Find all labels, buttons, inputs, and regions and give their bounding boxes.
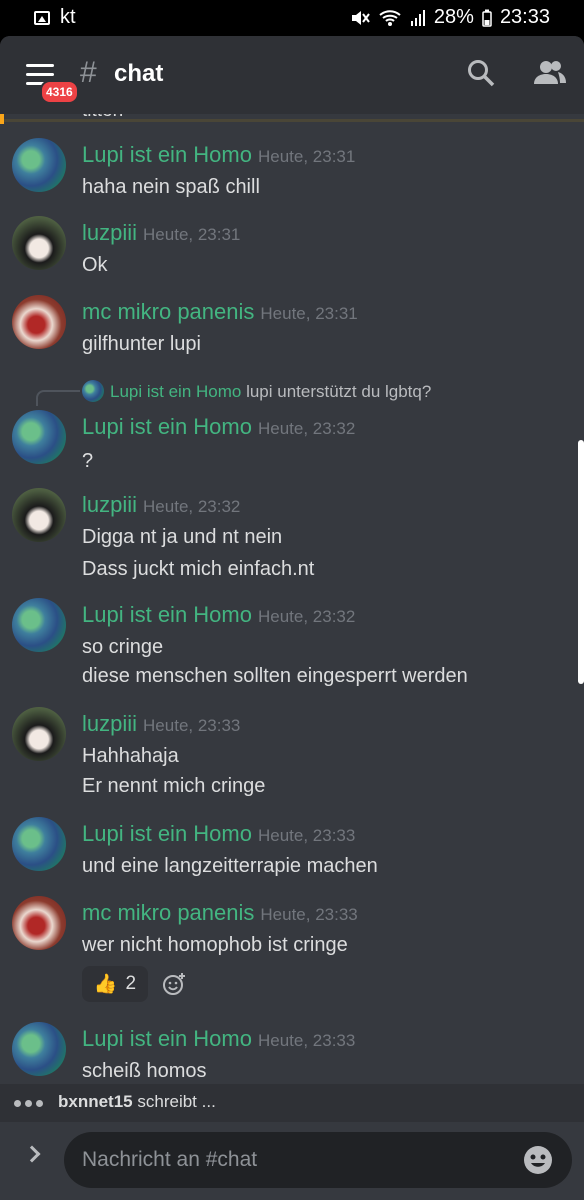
author-name[interactable]: Lupi ist ein Homo Heute, 23:31 xyxy=(82,142,355,168)
clock: 23:33 xyxy=(499,6,550,28)
message-input[interactable] xyxy=(64,1132,572,1188)
avatar[interactable] xyxy=(12,1022,66,1076)
avatar[interactable] xyxy=(12,817,66,871)
typing-text: bxnnet15 schreibt ... xyxy=(58,1092,216,1112)
typing-dots-icon xyxy=(14,1100,43,1107)
battery-percent: 28% xyxy=(433,6,474,28)
status-bar: kt 28% 23:33 xyxy=(0,0,584,36)
avatar[interactable] xyxy=(12,295,66,349)
emoji-icon[interactable] xyxy=(522,1144,554,1176)
message-text: Er nennt mich cringe xyxy=(82,775,266,797)
message-list[interactable]: titten Lupi ist ein HomoHeute, 23:31 hah… xyxy=(0,114,584,1084)
signal-icon xyxy=(410,9,425,26)
author-name[interactable]: Lupi ist ein Homo Heute, 23:33 xyxy=(82,821,355,847)
timestamp: Heute, 23:33 xyxy=(143,716,241,735)
timestamp: Heute, 23:33 xyxy=(257,826,356,845)
timestamp: Heute, 23:33 xyxy=(260,905,358,924)
author-name[interactable]: mc mikro panenis Heute, 23:33 xyxy=(82,900,358,926)
message-text: gilfhunter lupi xyxy=(82,333,201,355)
wifi-icon xyxy=(379,9,401,26)
message-text: Digga nt ja und nt nein xyxy=(82,526,283,548)
message-text: titten xyxy=(82,114,123,122)
battery-icon xyxy=(482,9,492,27)
members-icon[interactable] xyxy=(534,58,566,88)
avatar[interactable] xyxy=(12,410,66,464)
scrollbar[interactable] xyxy=(578,440,584,684)
typing-user: bxnnet15 xyxy=(58,1092,133,1111)
image-icon xyxy=(34,10,50,25)
author-name[interactable]: mc mikro panenis Heute, 23:31 xyxy=(82,299,358,325)
chevron-right-icon[interactable] xyxy=(23,1145,41,1163)
message-text: Dass juckt mich einfach.nt xyxy=(82,558,315,580)
timestamp: Heute, 23:31 xyxy=(143,225,241,244)
typing-suffix: schreibt ... xyxy=(137,1092,216,1111)
timestamp: Heute, 23:33 xyxy=(257,1031,356,1050)
hash-icon: # xyxy=(80,56,97,89)
message-text: diese menschen sollten eingesperrt werde… xyxy=(82,665,468,687)
discord-app: 4316 # chat titten Lupi ist ein HomoHeut… xyxy=(0,36,584,1200)
author-name[interactable]: Lupi ist ein Homo Heute, 23:33 xyxy=(82,1026,355,1052)
reply-reference[interactable]: Lupi ist ein Homo lupi unterstützt du lg… xyxy=(110,382,431,402)
reply-connector xyxy=(36,390,80,406)
avatar[interactable] xyxy=(12,896,66,950)
avatar[interactable] xyxy=(12,488,66,542)
carrier-label: kt xyxy=(60,6,76,28)
message-text: wer nicht homophob ist cringe xyxy=(82,934,348,956)
timestamp: Heute, 23:32 xyxy=(257,607,356,626)
timestamp: Heute, 23:32 xyxy=(143,497,241,516)
reaction-thumbs-up[interactable]: 👍 2 xyxy=(82,966,148,1002)
previous-message-fragment: titten xyxy=(0,114,584,124)
timestamp: Heute, 23:32 xyxy=(257,419,356,438)
message-text: Hahhahaja xyxy=(82,745,179,767)
author-name[interactable]: luzpiii Heute, 23:33 xyxy=(82,711,240,737)
avatar[interactable] xyxy=(12,707,66,761)
message-text: ? xyxy=(82,450,94,472)
author-name[interactable]: Lupi ist ein Homo Heute, 23:32 xyxy=(82,414,355,440)
author-name[interactable]: luzpiii Heute, 23:32 xyxy=(82,492,240,518)
thumbs-up-icon: 👍 xyxy=(93,974,118,995)
avatar[interactable] xyxy=(12,598,66,652)
unread-badge: 4316 xyxy=(40,80,79,104)
message-composer xyxy=(0,1122,584,1200)
timestamp: Heute, 23:31 xyxy=(260,304,358,323)
message-text: und eine langzeitterrapie machen xyxy=(82,855,378,877)
avatar[interactable] xyxy=(12,216,66,270)
message-text: haha nein spaß chill xyxy=(82,176,260,198)
author-name[interactable]: luzpiii Heute, 23:31 xyxy=(82,220,240,246)
reply-text: lupi unterstützt du lgbtq? xyxy=(246,382,432,401)
message-text: scheiß homos xyxy=(82,1060,207,1082)
search-icon[interactable] xyxy=(466,58,496,88)
add-reaction-icon[interactable] xyxy=(162,972,186,996)
message-text: Ok xyxy=(82,254,108,276)
message-text: so cringe xyxy=(82,636,164,658)
author-name[interactable]: Lupi ist ein Homo Heute, 23:32 xyxy=(82,602,355,628)
reaction-count: 2 xyxy=(125,973,137,994)
timestamp: Heute, 23:31 xyxy=(257,147,356,166)
typing-indicator: bxnnet15 schreibt ... xyxy=(0,1084,584,1122)
mute-icon xyxy=(351,10,370,25)
reply-avatar xyxy=(82,380,104,402)
channel-title: chat xyxy=(114,60,164,87)
mention-highlight-bar xyxy=(0,114,4,124)
channel-header: 4316 # chat xyxy=(0,36,584,114)
avatar[interactable] xyxy=(12,138,66,192)
